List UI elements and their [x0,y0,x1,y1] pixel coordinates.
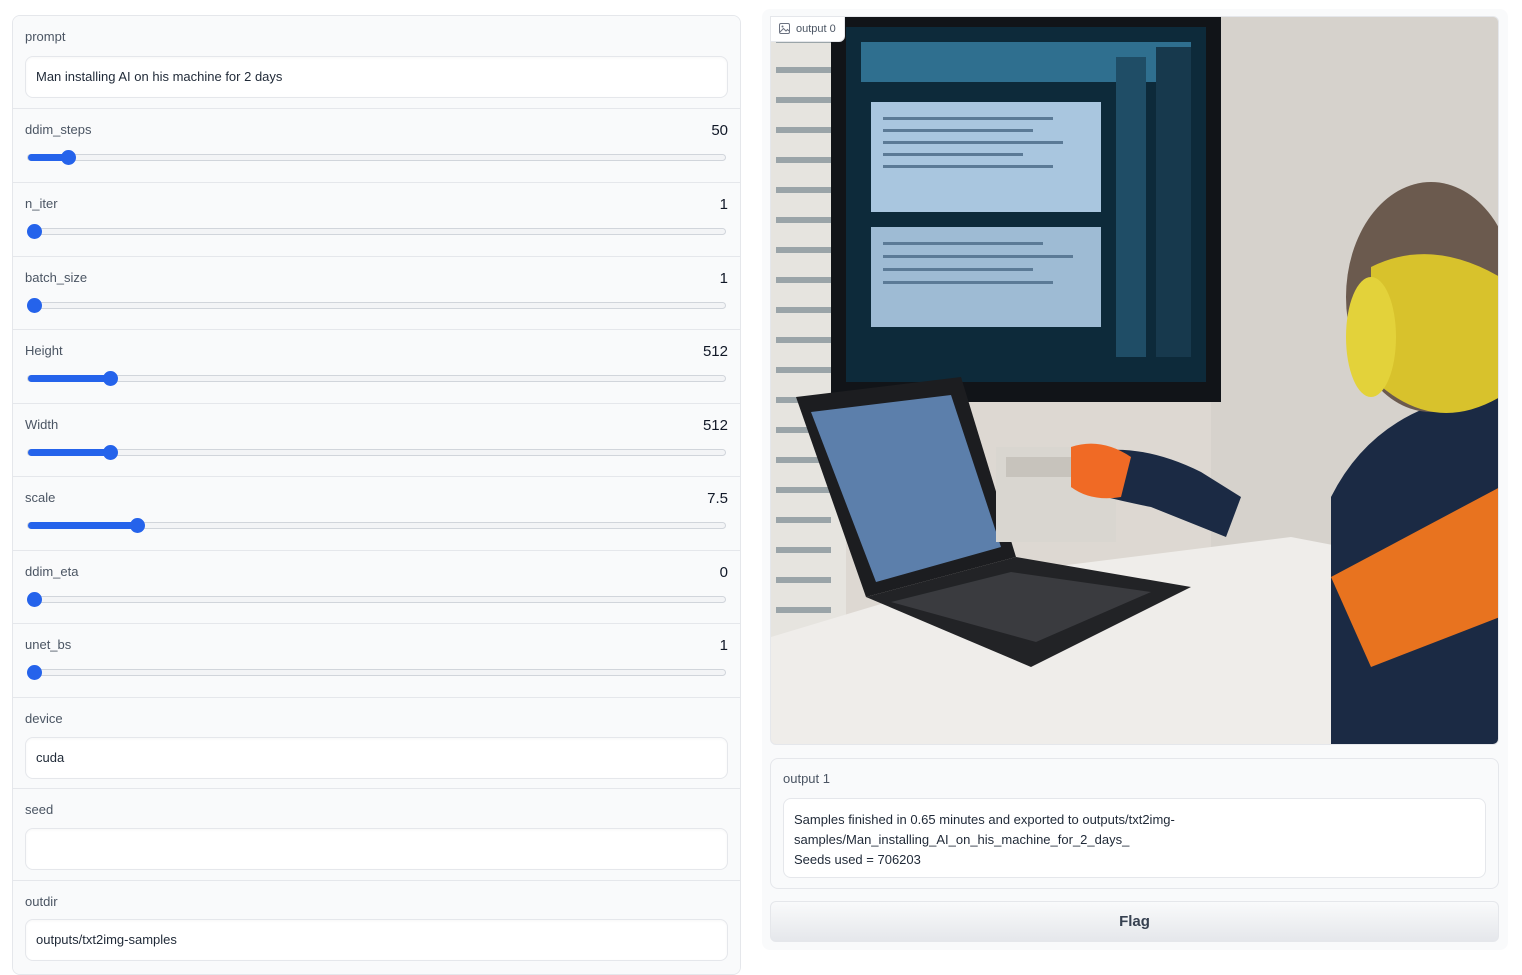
scale-label: scale [25,490,56,505]
slider-thumb[interactable] [130,518,146,533]
batch-size-label: batch_size [25,270,88,285]
slider-fill [28,375,111,382]
outdir-label: outdir [25,894,58,909]
ddim-eta-label: ddim_eta [25,564,79,579]
prompt-block: prompt Man installing AI on his machine … [13,16,740,109]
output-text-block: output 1 Samples finished in 0.65 minute… [770,758,1499,889]
ddim-eta-block: ddim_eta 0 [13,551,740,624]
unet-bs-label: unet_bs [25,637,72,652]
scale-block: scale 7.5 [13,477,740,551]
output-image-label: output 0 [770,16,845,42]
width-slider[interactable] [27,445,726,460]
flag-button[interactable]: Flag [770,901,1499,942]
image-icon [779,23,790,34]
device-block: device cuda [13,698,740,789]
outdir-input[interactable]: outputs/txt2img-samples [25,919,728,961]
outdir-block: outdir outputs/txt2img-samples [13,881,740,974]
output-panel: output 0 output 1 Samples finished in 0.… [762,9,1508,950]
input-panel: prompt Man installing AI on his machine … [12,15,741,975]
scale-value[interactable]: 7.5 [707,490,728,507]
prompt-input[interactable]: Man installing AI on his machine for 2 d… [25,56,728,98]
ddim-eta-slider[interactable] [27,592,726,607]
unet-bs-slider[interactable] [27,665,726,680]
scale-slider[interactable] [27,518,726,533]
batch-size-value[interactable]: 1 [720,270,728,287]
output-textbox[interactable]: Samples finished in 0.65 minutes and exp… [783,798,1486,878]
ddim-steps-slider[interactable] [27,150,726,165]
slider-thumb[interactable] [60,150,76,165]
ddim-eta-value[interactable]: 0 [720,564,728,581]
ddim-steps-value[interactable]: 50 [711,122,728,139]
seed-block: seed [13,789,740,881]
prompt-label: prompt [25,29,66,44]
slider-fill [28,522,138,529]
height-label: Height [25,343,63,358]
slider-thumb[interactable] [27,298,42,313]
slider-thumb[interactable] [27,592,42,607]
height-block: Height 512 [13,330,740,404]
width-value[interactable]: 512 [703,417,728,434]
slider-thumb[interactable] [103,371,119,386]
slider-thumb[interactable] [103,445,119,460]
ddim-steps-block: ddim_steps 50 [13,109,740,183]
n-iter-value[interactable]: 1 [720,196,728,213]
seed-label: seed [25,802,54,817]
ddim-steps-label: ddim_steps [25,122,92,137]
output-text-label: output 1 [783,771,830,786]
output-image[interactable] [770,16,1499,745]
output-image-label-text: output 0 [796,23,836,35]
batch-size-slider[interactable] [27,298,726,313]
slider-thumb[interactable] [27,224,42,239]
height-value[interactable]: 512 [703,343,728,360]
n-iter-slider[interactable] [27,224,726,239]
n-iter-label: n_iter [25,196,58,211]
slider-thumb[interactable] [27,665,42,680]
batch-size-block: batch_size 1 [13,257,740,330]
generated-image [771,17,1498,744]
width-block: Width 512 [13,404,740,477]
height-slider[interactable] [27,371,726,386]
width-label: Width [25,417,59,432]
seed-input[interactable] [25,828,728,870]
slider-fill [28,449,111,456]
unet-bs-block: unet_bs 1 [13,624,740,698]
device-input[interactable]: cuda [25,737,728,779]
n-iter-block: n_iter 1 [13,183,740,257]
device-label: device [25,711,63,726]
unet-bs-value[interactable]: 1 [720,637,728,654]
